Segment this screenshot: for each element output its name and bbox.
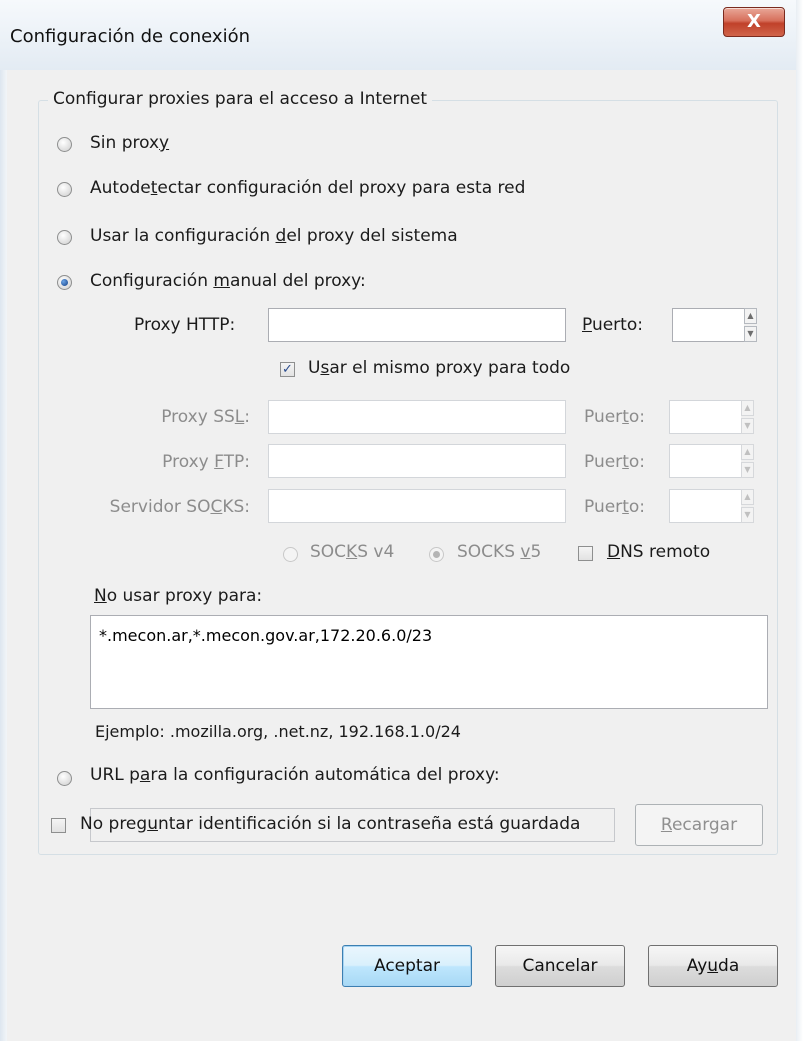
socks-v4-radio[interactable]: [283, 547, 298, 562]
ftp-port-label: Puerto:: [584, 452, 645, 472]
socks-host-label: Servidor SOCKS:: [109, 497, 250, 517]
socks-v5-radio[interactable]: [429, 547, 444, 562]
http-port-label: Puerto:: [582, 315, 643, 335]
auto-detect-label[interactable]: Autodetectar configuración del proxy par…: [90, 178, 525, 198]
http-port-input[interactable]: [672, 308, 744, 342]
ssl-proxy-label: Proxy SSL:: [161, 407, 250, 427]
http-proxy-label: Proxy HTTP:: [134, 315, 236, 335]
cancel-button[interactable]: Cancelar: [495, 945, 625, 987]
ftp-proxy-input[interactable]: [268, 444, 566, 478]
socks-port-input[interactable]: [669, 489, 741, 523]
auto-config-url-radio[interactable]: [57, 771, 72, 786]
help-button[interactable]: Ayuda: [648, 945, 778, 987]
dns-remote-checkbox[interactable]: [578, 546, 593, 561]
window-title: Configuración de conexión: [10, 26, 251, 47]
ssl-port-spinner[interactable]: ▲ ▼: [741, 400, 754, 434]
groupbox-title: Configurar proxies para el acceso a Inte…: [48, 89, 433, 109]
socks-v5-label[interactable]: SOCKS v5: [457, 542, 541, 562]
reload-button[interactable]: Recargar: [635, 804, 763, 846]
manual-proxy-radio[interactable]: [57, 275, 72, 290]
no-prompt-auth-label[interactable]: No preguntar identificación si la contra…: [80, 814, 580, 834]
ftp-port-input[interactable]: [669, 444, 741, 478]
accept-button[interactable]: Aceptar: [342, 945, 472, 987]
no-proxy-example-text: Ejemplo: .mozilla.org, .net.nz, 192.168.…: [95, 722, 461, 741]
window-border-left: [0, 70, 7, 1041]
no-prompt-auth-checkbox[interactable]: [51, 818, 66, 833]
system-proxy-label[interactable]: Usar la configuración del proxy del sist…: [90, 226, 458, 246]
http-port-spinner[interactable]: ▲ ▼: [744, 308, 757, 342]
ssl-port-input[interactable]: [669, 400, 741, 434]
auto-config-url-label[interactable]: URL para la configuración automática del…: [90, 765, 500, 785]
ssl-port-label: Puerto:: [584, 407, 645, 427]
no-proxy-for-textarea[interactable]: *.mecon.ar,*.mecon.gov.ar,172.20.6.0/23: [90, 615, 768, 709]
window-border-right: [796, 0, 803, 1041]
spin-down-icon[interactable]: ▼: [741, 418, 754, 434]
spin-down-icon[interactable]: ▼: [744, 326, 757, 342]
manual-proxy-label[interactable]: Configuración manual del proxy:: [90, 271, 366, 291]
ssl-proxy-input[interactable]: [268, 400, 566, 434]
socks-host-input[interactable]: [268, 489, 566, 523]
auto-detect-radio[interactable]: [57, 182, 72, 197]
no-proxy-label[interactable]: Sin proxy: [90, 133, 169, 153]
no-proxy-for-label: No usar proxy para:: [94, 586, 263, 606]
socks-v4-label[interactable]: SOCKS v4: [310, 542, 394, 562]
spin-up-icon[interactable]: ▲: [741, 444, 754, 460]
spin-down-icon[interactable]: ▼: [741, 462, 754, 478]
ftp-proxy-label: Proxy FTP:: [162, 452, 250, 472]
spin-down-icon[interactable]: ▼: [741, 507, 754, 523]
same-proxy-label[interactable]: Usar el mismo proxy para todo: [308, 358, 570, 378]
spin-up-icon[interactable]: ▲: [741, 489, 754, 505]
socks-port-spinner[interactable]: ▲ ▼: [741, 489, 754, 523]
system-proxy-radio[interactable]: [57, 230, 72, 245]
close-icon: X: [747, 11, 761, 32]
spin-up-icon[interactable]: ▲: [744, 308, 757, 324]
http-proxy-input[interactable]: [268, 308, 566, 342]
dns-remote-label[interactable]: DNS remoto: [607, 542, 710, 562]
no-proxy-radio[interactable]: [57, 137, 72, 152]
ftp-port-spinner[interactable]: ▲ ▼: [741, 444, 754, 478]
spin-up-icon[interactable]: ▲: [741, 400, 754, 416]
socks-port-label: Puerto:: [584, 497, 645, 517]
title-bar: Configuración de conexión: [0, 0, 803, 70]
same-proxy-checkbox[interactable]: ✓: [280, 362, 295, 377]
close-button[interactable]: X: [723, 7, 785, 37]
